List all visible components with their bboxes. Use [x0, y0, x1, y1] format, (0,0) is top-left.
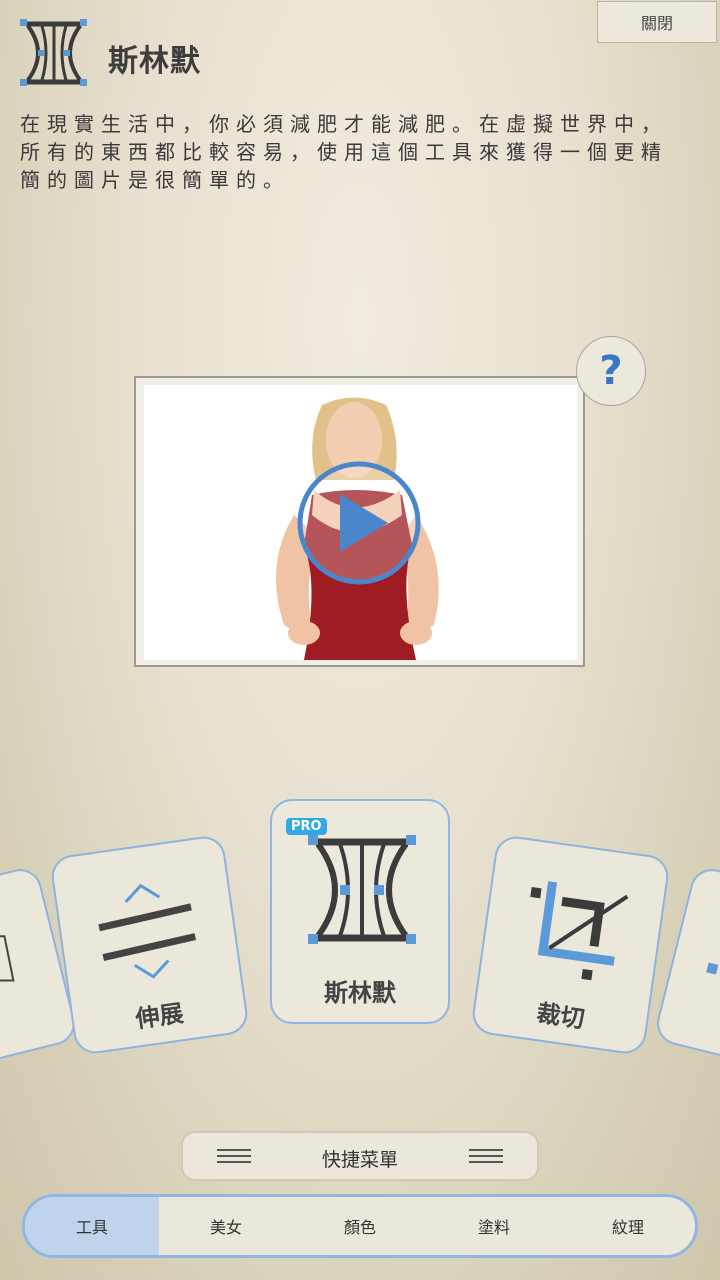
quick-menu-button[interactable]: 快捷菜單 — [181, 1131, 539, 1181]
play-icon[interactable] — [296, 460, 422, 586]
tool-card-slimmer[interactable]: PRO 斯林默 — [270, 799, 450, 1024]
tool-card-crop[interactable]: 裁切 — [469, 833, 672, 1057]
tab-texture[interactable]: 紋理 — [561, 1197, 695, 1255]
close-button[interactable]: 關閉 — [597, 1, 717, 43]
crop-icon — [530, 881, 629, 981]
tool-card-label: 斯林默 — [324, 979, 396, 1007]
preview-image — [144, 385, 577, 660]
tab-color[interactable]: 顏色 — [293, 1197, 427, 1255]
tool-card-label: 裁切 — [534, 999, 587, 1034]
tool-partial-left-icon — [0, 935, 15, 982]
tab-tools[interactable]: 工具 — [25, 1197, 159, 1255]
tab-beauty[interactable]: 美女 — [159, 1197, 293, 1255]
tool-description: 在現實生活中，你必須減肥才能減肥。在虛擬世界中，所有的東西都比較容易，使用這個工… — [20, 112, 668, 192]
slimmer-icon — [20, 19, 87, 86]
menu-lines-icon — [469, 1149, 503, 1167]
page-title: 斯林默 — [108, 44, 201, 79]
help-button[interactable]: ? — [576, 336, 646, 406]
bottom-tab-bar: 工具 美女 顏色 塗料 紋理 — [22, 1194, 698, 1258]
pro-badge: PRO — [286, 818, 327, 835]
stretch-icon — [98, 883, 197, 979]
tool-partial-right-icon — [706, 962, 719, 975]
tool-card-stretch[interactable]: 伸展 — [48, 833, 251, 1057]
video-preview[interactable] — [134, 376, 585, 667]
tab-paint[interactable]: 塗料 — [427, 1197, 561, 1255]
slimmer-icon — [308, 835, 416, 944]
tool-card-label: 伸展 — [133, 999, 186, 1034]
